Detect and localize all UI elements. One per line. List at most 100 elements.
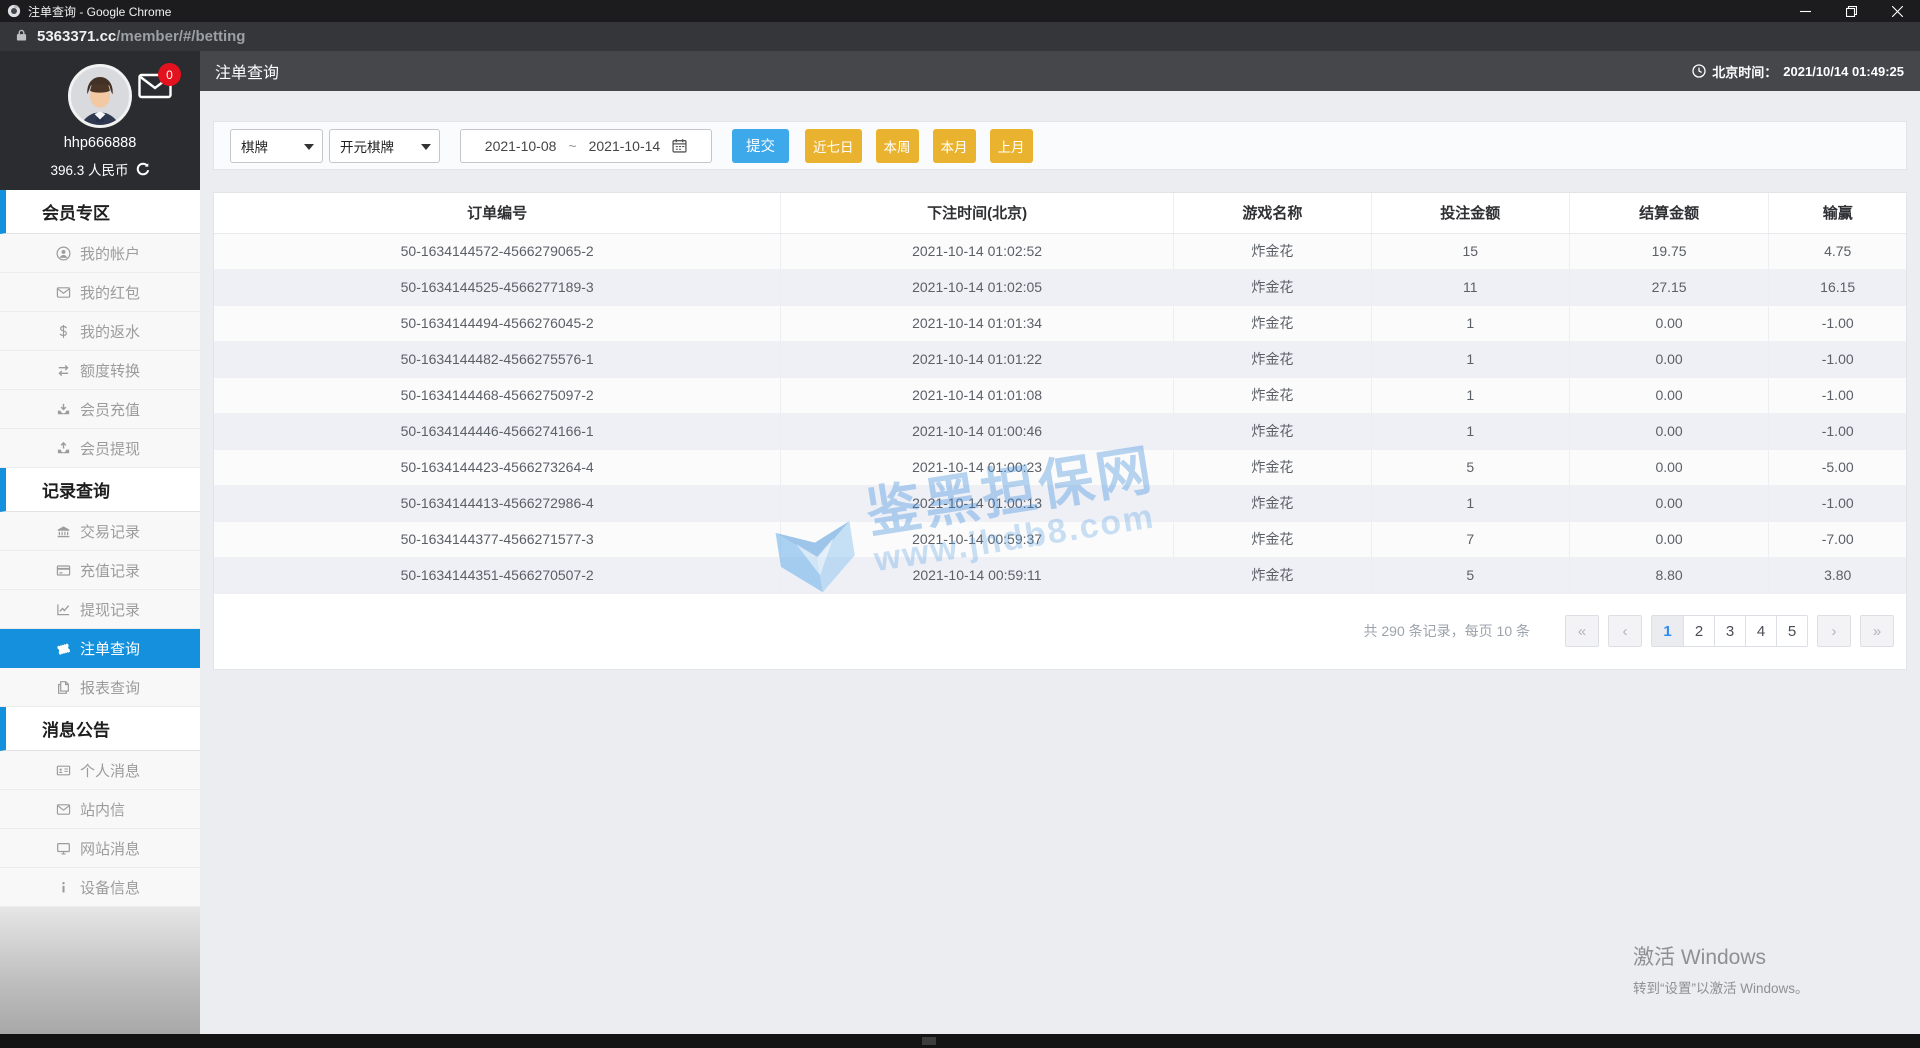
exchange-icon xyxy=(55,362,71,378)
table-row: 50-1634144446-4566274166-1 2021-10-14 01:… xyxy=(214,413,1906,450)
nav-section-2: 消息公告 xyxy=(0,707,200,751)
url-host: 5363371.cc xyxy=(37,28,117,45)
minimize-button[interactable] xyxy=(1782,0,1828,22)
ticket-icon xyxy=(55,640,71,656)
game-name-cell: 炸金花 xyxy=(1173,449,1372,486)
chevron-down-icon xyxy=(421,143,431,150)
page-button-4[interactable]: 4 xyxy=(1745,616,1776,646)
info-icon xyxy=(55,879,71,895)
sidebar-item-chart[interactable]: 提现记录 xyxy=(0,590,200,629)
sidebar-item-bank[interactable]: 交易记录 xyxy=(0,512,200,551)
last-page-button[interactable]: » xyxy=(1860,615,1894,647)
order-id-cell: 50-1634144351-4566270507-2 xyxy=(214,557,782,594)
mail-badge: 0 xyxy=(158,63,181,86)
submit-button[interactable]: 提交 xyxy=(732,128,789,163)
winloss-cell: -7.00 xyxy=(1768,521,1906,558)
sidebar-item-withdraw[interactable]: 会员提现 xyxy=(0,429,200,468)
table-row: 50-1634144572-4566279065-2 2021-10-14 01:… xyxy=(214,233,1906,270)
date-range-input[interactable]: 2021-10-08 ~ 2021-10-14 xyxy=(460,128,712,163)
page-title: 注单查询 xyxy=(215,65,280,82)
table-row: 50-1634144482-4566275576-1 2021-10-14 01:… xyxy=(214,341,1906,378)
next-page-button[interactable]: › xyxy=(1817,615,1851,647)
platform-value: 开元棋牌 xyxy=(340,139,394,155)
bet-amount-cell: 11 xyxy=(1371,269,1570,306)
bet-amount-cell: 7 xyxy=(1371,521,1570,558)
filter-panel: 棋牌 开元棋牌 2021-10-08 ~ 2021-10-14 提交 近七日 本周… xyxy=(213,121,1907,170)
quick-filter-button-2[interactable]: 本月 xyxy=(932,128,976,163)
quick-filter-button-1[interactable]: 本周 xyxy=(875,128,919,163)
quick-filter-button-0[interactable]: 近七日 xyxy=(805,128,862,163)
game-type-select[interactable]: 棋牌 xyxy=(230,128,323,163)
page-number-group: 12345 xyxy=(1651,615,1808,647)
bet-amount-cell: 1 xyxy=(1371,377,1570,414)
sidebar-item-idcard[interactable]: 个人消息 xyxy=(0,751,200,790)
calendar-icon xyxy=(672,139,687,153)
page-button-5[interactable]: 5 xyxy=(1776,616,1807,646)
column-header-0: 订单编号 xyxy=(214,193,782,234)
address-bar[interactable]: 5363371.cc/member/#/betting xyxy=(0,22,1920,51)
url-path: /member/#/betting xyxy=(116,28,246,45)
sidebar-item-ticket[interactable]: 注单查询 xyxy=(0,629,200,668)
sidebar-item-deposit[interactable]: 会员充值 xyxy=(0,390,200,429)
table-row: 50-1634144494-4566276045-2 2021-10-14 01:… xyxy=(214,305,1906,342)
windows-activation: 激活 Windows 转到“设置”以激活 Windows。 xyxy=(1633,941,1809,997)
platform-select[interactable]: 开元棋牌 xyxy=(329,128,440,163)
refresh-balance-icon[interactable] xyxy=(136,162,150,176)
sidebar-item-mailo[interactable]: 站内信 xyxy=(0,790,200,829)
settle-amount-cell: 8.80 xyxy=(1569,557,1770,594)
sidebar-item-label: 会员充值 xyxy=(80,401,141,419)
winloss-cell: -1.00 xyxy=(1768,377,1906,414)
first-page-button[interactable]: « xyxy=(1565,615,1599,647)
table-row: 50-1634144351-4566270507-2 2021-10-14 00:… xyxy=(214,557,1906,594)
page-button-3[interactable]: 3 xyxy=(1714,616,1745,646)
bank-icon xyxy=(55,523,71,539)
bet-amount-cell: 1 xyxy=(1371,413,1570,450)
close-button[interactable] xyxy=(1874,0,1920,22)
page-button-2[interactable]: 2 xyxy=(1683,616,1714,646)
table-body: 50-1634144572-4566279065-2 2021-10-14 01:… xyxy=(214,233,1906,594)
game-name-cell: 炸金花 xyxy=(1173,341,1372,378)
idcard-icon xyxy=(55,762,71,778)
bet-time-cell: 2021-10-14 00:59:11 xyxy=(780,557,1174,594)
page-button-1[interactable]: 1 xyxy=(1652,616,1683,646)
screen: 注单查询 - Google Chrome 5363371.cc/member/#… xyxy=(0,0,1920,1048)
sidebar-item-packet[interactable]: 我的红包 xyxy=(0,273,200,312)
quick-filter-button-3[interactable]: 上月 xyxy=(989,128,1033,163)
restore-button[interactable] xyxy=(1828,0,1874,22)
order-id-cell: 50-1634144446-4566274166-1 xyxy=(214,413,782,450)
username: hhp666888 xyxy=(63,135,137,151)
bottom-bar-blip xyxy=(922,1037,936,1045)
bet-time-cell: 2021-10-14 01:00:46 xyxy=(780,413,1174,450)
sidebar-item-user[interactable]: 我的帐户 xyxy=(0,234,200,273)
settle-amount-cell: 0.00 xyxy=(1569,377,1770,414)
time-label: 北京时间： xyxy=(1712,64,1778,80)
bet-time-cell: 2021-10-14 01:01:08 xyxy=(780,377,1174,414)
settle-amount-cell: 0.00 xyxy=(1569,449,1770,486)
withdraw-icon xyxy=(55,440,71,456)
sidebar-item-monitor[interactable]: 网站消息 xyxy=(0,829,200,868)
game-name-cell: 炸金花 xyxy=(1173,485,1372,522)
sidebar-item-label: 交易记录 xyxy=(80,523,141,541)
game-name-cell: 炸金花 xyxy=(1173,377,1372,414)
betting-table: 订单编号 下注时间(北京) 游戏名称 投注金额 结算金额 输赢 50-1634144572… xyxy=(214,193,1906,594)
sidebar-item-label: 站内信 xyxy=(80,801,126,819)
sidebar-item-label: 充值记录 xyxy=(80,562,141,580)
sidebar-item-exchange[interactable]: 额度转换 xyxy=(0,351,200,390)
sidebar-item-dollar[interactable]: 我的返水 xyxy=(0,312,200,351)
sidebar-item-card[interactable]: 充值记录 xyxy=(0,551,200,590)
quick-filter-buttons: 近七日 本周 本月 上月 xyxy=(805,128,1047,163)
date-separator: ~ xyxy=(568,137,577,154)
winloss-cell: -5.00 xyxy=(1768,449,1906,486)
window-titlebar: 注单查询 - Google Chrome xyxy=(0,0,1920,22)
sidebar-item-label: 网站消息 xyxy=(80,840,141,858)
table-row: 50-1634144377-4566271577-3 2021-10-14 00:… xyxy=(214,521,1906,558)
sidebar-nav: 会员专区 我的帐户 我的红包 我的返水 额度转换 会员充值 会员提现 记录查询 交易记录 充值记录… xyxy=(0,190,200,907)
sidebar-item-info[interactable]: 设备信息 xyxy=(0,868,200,907)
sidebar-item-label: 设备信息 xyxy=(80,879,141,897)
deposit-icon xyxy=(55,401,71,417)
order-id-cell: 50-1634144482-4566275576-1 xyxy=(214,341,782,378)
records-summary: 共 290 条记录，每页 10 条 xyxy=(1363,623,1531,639)
sidebar-item-report[interactable]: 报表查询 xyxy=(0,668,200,707)
prev-page-button[interactable]: ‹ xyxy=(1608,615,1642,647)
settle-amount-cell: 0.00 xyxy=(1569,413,1770,450)
